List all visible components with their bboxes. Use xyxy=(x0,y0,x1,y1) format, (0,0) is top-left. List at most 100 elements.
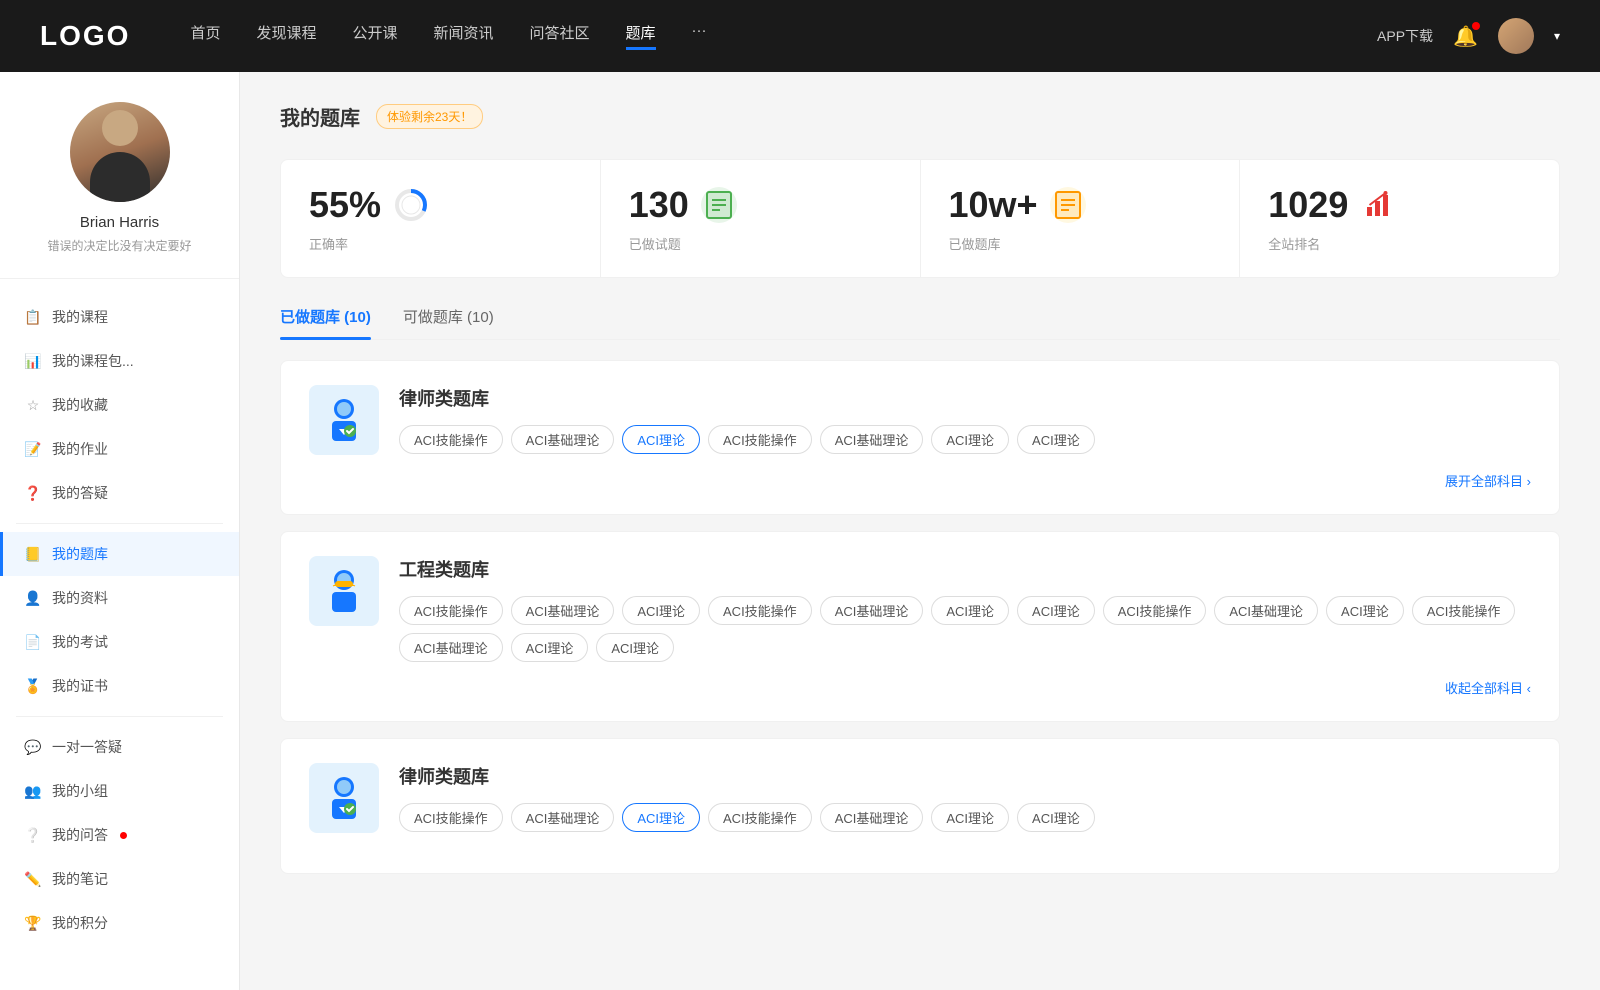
tag-3-6[interactable]: ACI理论 xyxy=(1017,803,1095,832)
qbanks-icon xyxy=(1050,187,1086,223)
avatar-chevron-icon[interactable]: ▾ xyxy=(1554,29,1560,43)
sidebar-item-qa[interactable]: ❓ 我的答疑 xyxy=(0,471,239,515)
star-icon: ☆ xyxy=(24,396,42,414)
sidebar-menu: 📋 我的课程 📊 我的课程包... ☆ 我的收藏 📝 我的作业 ❓ 我的答疑 � xyxy=(0,295,239,945)
page-layout: Brian Harris 错误的决定比没有决定要好 📋 我的课程 📊 我的课程包… xyxy=(0,72,1600,990)
tag-2-3[interactable]: ACI技能操作 xyxy=(708,596,812,625)
tag-2-6[interactable]: ACI理论 xyxy=(1017,596,1095,625)
qbank-icon: 📒 xyxy=(24,545,42,563)
nav-home[interactable]: 首页 xyxy=(190,22,220,50)
stat-questions-top: 130 xyxy=(629,184,892,226)
group-icon: 👥 xyxy=(24,782,42,800)
sidebar-item-profile[interactable]: 👤 我的资料 xyxy=(0,576,239,620)
tag-2-5[interactable]: ACI理论 xyxy=(931,596,1009,625)
sidebar-item-label: 我的积分 xyxy=(52,913,108,933)
tag-3-3[interactable]: ACI技能操作 xyxy=(708,803,812,832)
avatar-img xyxy=(70,102,170,202)
stat-accuracy: 55% 正确率 xyxy=(281,160,601,277)
tag-1-6[interactable]: ACI理论 xyxy=(1017,425,1095,454)
questions-icon xyxy=(701,187,737,223)
tag-2-11[interactable]: ACI基础理论 xyxy=(399,633,503,662)
nav-right: APP下载 🔔 ▾ xyxy=(1377,18,1560,54)
tab-done[interactable]: 已做题库 (10) xyxy=(280,306,371,339)
qbank-header-3: 律师类题库 ACI技能操作 ACI基础理论 ACI理论 ACI技能操作 ACI基… xyxy=(309,763,1531,833)
qbank-icon-lawyer-2 xyxy=(309,763,379,833)
sidebar-item-notes[interactable]: ✏️ 我的笔记 xyxy=(0,857,239,901)
collapse-button-2[interactable]: 收起全部科目 xyxy=(1445,678,1531,697)
courses-icon: 📋 xyxy=(24,308,42,326)
nav-open-course[interactable]: 公开课 xyxy=(352,22,397,50)
sidebar-item-certificate[interactable]: 🏅 我的证书 xyxy=(0,664,239,708)
sidebar-item-exam[interactable]: 📄 我的考试 xyxy=(0,620,239,664)
sidebar-item-label: 我的作业 xyxy=(52,439,108,459)
expand-button-1[interactable]: 展开全部科目 xyxy=(1445,471,1531,490)
ranking-icon xyxy=(1360,187,1396,223)
sidebar-item-group[interactable]: 👥 我的小组 xyxy=(0,769,239,813)
sidebar-item-label: 我的题库 xyxy=(52,544,108,564)
tag-1-4[interactable]: ACI基础理论 xyxy=(820,425,924,454)
qa-icon: ❓ xyxy=(24,484,42,502)
tag-2-8[interactable]: ACI基础理论 xyxy=(1214,596,1318,625)
nav-qa[interactable]: 问答社区 xyxy=(530,22,590,50)
accuracy-icon xyxy=(393,187,429,223)
sidebar-item-questions[interactable]: ❔ 我的问答 xyxy=(0,813,239,857)
sidebar-item-label: 我的课程包... xyxy=(52,351,134,371)
tag-2-1[interactable]: ACI基础理论 xyxy=(511,596,615,625)
app-download-link[interactable]: APP下载 xyxy=(1377,26,1433,46)
ranking-value: 1029 xyxy=(1268,184,1348,226)
tag-2-4[interactable]: ACI基础理论 xyxy=(820,596,924,625)
tag-2-7[interactable]: ACI技能操作 xyxy=(1103,596,1207,625)
tag-2-9[interactable]: ACI理论 xyxy=(1326,596,1404,625)
nav-discover[interactable]: 发现课程 xyxy=(256,22,316,50)
tag-1-5[interactable]: ACI理论 xyxy=(931,425,1009,454)
nav-links: 首页 发现课程 公开课 新闻资讯 问答社区 题库 ··· xyxy=(190,22,1377,50)
sidebar-item-homework[interactable]: 📝 我的作业 xyxy=(0,427,239,471)
tag-1-2[interactable]: ACI理论 xyxy=(622,425,700,454)
qbank-footer-2: 收起全部科目 xyxy=(309,678,1531,697)
sidebar-item-course-package[interactable]: 📊 我的课程包... xyxy=(0,339,239,383)
stat-qbanks: 10w+ 已做题库 xyxy=(921,160,1241,277)
tag-1-1[interactable]: ACI基础理论 xyxy=(511,425,615,454)
accuracy-label: 正确率 xyxy=(309,234,572,253)
tag-3-1[interactable]: ACI基础理论 xyxy=(511,803,615,832)
nav-qbank[interactable]: 题库 xyxy=(626,22,656,50)
tag-3-0[interactable]: ACI技能操作 xyxy=(399,803,503,832)
exam-icon: 📄 xyxy=(24,633,42,651)
sidebar-item-tutor[interactable]: 💬 一对一答疑 xyxy=(0,725,239,769)
qbank-footer-1: 展开全部科目 xyxy=(309,471,1531,490)
tag-1-3[interactable]: ACI技能操作 xyxy=(708,425,812,454)
tag-2-12[interactable]: ACI理论 xyxy=(511,633,589,662)
qbank-card-engineering: 工程类题库 ACI技能操作 ACI基础理论 ACI理论 ACI技能操作 ACI基… xyxy=(280,531,1560,722)
sidebar-item-label: 我的资料 xyxy=(52,588,108,608)
qbank-header-1: 律师类题库 ACI技能操作 ACI基础理论 ACI理论 ACI技能操作 ACI基… xyxy=(309,385,1531,455)
sidebar-item-my-courses[interactable]: 📋 我的课程 xyxy=(0,295,239,339)
tag-2-13[interactable]: ACI理论 xyxy=(596,633,674,662)
qbank-info-1: 律师类题库 ACI技能操作 ACI基础理论 ACI理论 ACI技能操作 ACI基… xyxy=(399,385,1531,454)
stat-questions: 130 已做试题 xyxy=(601,160,921,277)
tag-3-4[interactable]: ACI基础理论 xyxy=(820,803,924,832)
tag-2-0[interactable]: ACI技能操作 xyxy=(399,596,503,625)
sidebar-item-qbank[interactable]: 📒 我的题库 xyxy=(0,532,239,576)
page-title: 我的题库 xyxy=(280,102,360,131)
sidebar-item-points[interactable]: 🏆 我的积分 xyxy=(0,901,239,945)
tag-2-2[interactable]: ACI理论 xyxy=(622,596,700,625)
profile-name: Brian Harris xyxy=(80,214,159,231)
sidebar-item-label: 我的小组 xyxy=(52,781,108,801)
qbank-tags-1: ACI技能操作 ACI基础理论 ACI理论 ACI技能操作 ACI基础理论 AC… xyxy=(399,425,1531,454)
sidebar-item-label: 我的问答 xyxy=(52,825,108,845)
notification-bell[interactable]: 🔔 xyxy=(1453,24,1478,49)
questions-icon: ❔ xyxy=(24,826,42,844)
tag-1-0[interactable]: ACI技能操作 xyxy=(399,425,503,454)
user-avatar[interactable] xyxy=(1498,18,1534,54)
sidebar-item-favorites[interactable]: ☆ 我的收藏 xyxy=(0,383,239,427)
stat-ranking-top: 1029 xyxy=(1268,184,1531,226)
qbank-card-lawyer-1: 律师类题库 ACI技能操作 ACI基础理论 ACI理论 ACI技能操作 ACI基… xyxy=(280,360,1560,515)
tag-3-5[interactable]: ACI理论 xyxy=(931,803,1009,832)
tab-available[interactable]: 可做题库 (10) xyxy=(403,306,494,339)
nav-more[interactable]: ··· xyxy=(692,22,707,50)
avatar-image xyxy=(1498,18,1534,54)
tag-2-10[interactable]: ACI技能操作 xyxy=(1412,596,1516,625)
logo: LOGO xyxy=(40,20,130,52)
tag-3-2[interactable]: ACI理论 xyxy=(622,803,700,832)
nav-news[interactable]: 新闻资讯 xyxy=(434,22,494,50)
